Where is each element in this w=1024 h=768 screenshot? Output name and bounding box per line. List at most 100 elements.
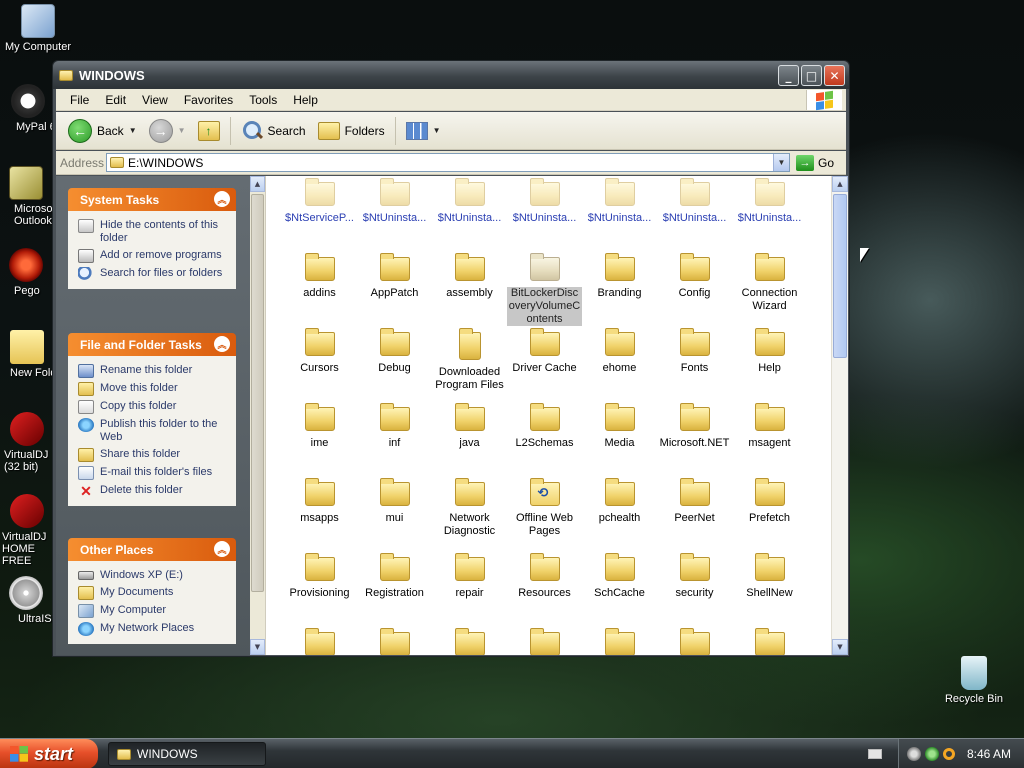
file-item-ntuninstall-2[interactable]: $NtUninsta... <box>432 178 507 225</box>
file-item-java[interactable]: java <box>432 403 507 450</box>
file-item-repair[interactable]: repair <box>432 553 507 600</box>
views-button[interactable]: ▼ <box>400 116 447 146</box>
menu-file[interactable]: File <box>62 93 97 107</box>
file-item-ntuninstall-6[interactable]: $NtUninsta... <box>732 178 807 225</box>
desktop-icon-ultraiso[interactable]: UltraISO <box>0 576 52 625</box>
file-item-partial[interactable] <box>582 628 657 655</box>
scrollbar-thumb[interactable] <box>251 194 264 592</box>
file-item-partial[interactable] <box>432 628 507 655</box>
start-button[interactable]: start <box>0 739 98 768</box>
task-pane-scrollbar[interactable]: ▲ ▼ <box>250 176 266 655</box>
file-item-msagent[interactable]: msagent <box>732 403 807 450</box>
file-item-bitlocker[interactable]: BitLockerDiscoveryVolumeContents <box>507 253 582 326</box>
file-item-ntuninstall-1[interactable]: $NtUninsta... <box>357 178 432 225</box>
maximize-button[interactable]: □ <box>801 65 822 86</box>
close-button[interactable]: ✕ <box>824 65 845 86</box>
file-item-ntuninstall-5[interactable]: $NtUninsta... <box>657 178 732 225</box>
up-folder-button[interactable]: ↑ <box>192 116 226 146</box>
scroll-down-arrow-icon[interactable]: ▼ <box>832 639 848 655</box>
file-item-connection-wizard[interactable]: Connection Wizard <box>732 253 807 313</box>
task-email-files[interactable]: E-mail this folder's files <box>78 464 230 482</box>
network-icon[interactable] <box>925 747 939 761</box>
desktop-icon-my-computer[interactable]: My Computer <box>0 4 76 53</box>
file-item-partial[interactable] <box>357 628 432 655</box>
task-add-remove-programs[interactable]: Add or remove programs <box>78 247 230 265</box>
desktop-icon-virtualdj-32[interactable]: VirtualDJ (32 bit) <box>0 412 54 473</box>
file-item-config[interactable]: Config <box>657 253 732 300</box>
taskbar-button-windows[interactable]: WINDOWS <box>108 742 266 766</box>
file-item-partial[interactable] <box>282 628 357 655</box>
file-item-branding[interactable]: Branding <box>582 253 657 300</box>
address-dropdown-button[interactable]: ▼ <box>773 154 789 171</box>
file-item-prefetch[interactable]: Prefetch <box>732 478 807 525</box>
chevron-down-icon[interactable]: ▼ <box>433 126 441 135</box>
collapse-chevron-icon[interactable]: ︽ <box>214 541 230 557</box>
file-item-partial[interactable] <box>657 628 732 655</box>
chevron-down-icon[interactable]: ▼ <box>178 126 186 135</box>
file-item-pchealth[interactable]: pchealth <box>582 478 657 525</box>
place-windows-xp-drive[interactable]: Windows XP (E:) <box>78 567 230 584</box>
other-places-header[interactable]: Other Places ︽ <box>68 538 236 561</box>
file-item-mui[interactable]: mui <box>357 478 432 525</box>
file-item-ntuninstall-3[interactable]: $NtUninsta... <box>507 178 582 225</box>
file-item-apppatch[interactable]: AppPatch <box>357 253 432 300</box>
file-item-provisioning[interactable]: Provisioning <box>282 553 357 600</box>
desktop-icon-mypal[interactable]: MyPal 6 <box>0 84 58 133</box>
file-item-offline-web-pages[interactable]: Offline Web Pages <box>507 478 582 538</box>
title-bar[interactable]: WINDOWS _ □ ✕ <box>53 61 849 89</box>
file-item-peernet[interactable]: PeerNet <box>657 478 732 525</box>
back-button[interactable]: ← Back ▼ <box>62 116 143 146</box>
desktop-icon-virtualdj-home[interactable]: VirtualDJ HOME FREE <box>0 494 54 567</box>
scrollbar-thumb[interactable] <box>833 194 847 358</box>
file-list-scrollbar[interactable]: ▲ ▼ <box>831 176 848 655</box>
menu-tools[interactable]: Tools <box>241 93 285 107</box>
desktop-icon-recycle-bin[interactable]: Recycle Bin <box>936 656 1012 705</box>
menu-view[interactable]: View <box>134 93 176 107</box>
scroll-down-arrow-icon[interactable]: ▼ <box>250 639 265 655</box>
file-item-downloaded-program-files[interactable]: Downloaded Program Files <box>432 328 507 392</box>
task-copy-folder[interactable]: Copy this folder <box>78 398 230 416</box>
file-item-media[interactable]: Media <box>582 403 657 450</box>
file-item-inf[interactable]: inf <box>357 403 432 450</box>
file-item-l2schemas[interactable]: L2Schemas <box>507 403 582 450</box>
file-item-msapps[interactable]: msapps <box>282 478 357 525</box>
file-item-security[interactable]: security <box>657 553 732 600</box>
minimize-button[interactable]: _ <box>778 65 799 86</box>
place-my-network-places[interactable]: My Network Places <box>78 620 230 638</box>
chevron-down-icon[interactable]: ▼ <box>129 126 137 135</box>
desktop-icon-new-folder[interactable]: New Folder <box>0 330 54 379</box>
collapse-chevron-icon[interactable]: ︽ <box>214 336 230 352</box>
file-item-resources[interactable]: Resources <box>507 553 582 600</box>
file-folder-tasks-header[interactable]: File and Folder Tasks ︽ <box>68 333 236 356</box>
speaker-icon[interactable] <box>907 747 921 761</box>
menu-help[interactable]: Help <box>285 93 326 107</box>
search-tray-icon[interactable] <box>943 748 955 760</box>
file-item-schcache[interactable]: SchCache <box>582 553 657 600</box>
address-input[interactable]: E:\WINDOWS ▼ <box>106 153 790 172</box>
file-item-network-diagnostic[interactable]: Network Diagnostic <box>432 478 507 538</box>
desktop-icon-outlook[interactable]: Microsoft Outlook <box>0 166 54 227</box>
place-my-documents[interactable]: My Documents <box>78 584 230 602</box>
file-item-addins[interactable]: addins <box>282 253 357 300</box>
clock[interactable]: 8:46 AM <box>967 747 1011 761</box>
file-item-ehome[interactable]: ehome <box>582 328 657 375</box>
task-move-folder[interactable]: Move this folder <box>78 380 230 398</box>
folders-button[interactable]: Folders <box>312 116 391 146</box>
file-item-help[interactable]: Help <box>732 328 807 375</box>
file-item-shellnew[interactable]: ShellNew <box>732 553 807 600</box>
forward-button[interactable]: → ▼ <box>143 116 192 146</box>
file-item-assembly[interactable]: assembly <box>432 253 507 300</box>
file-item-cursors[interactable]: Cursors <box>282 328 357 375</box>
menu-favorites[interactable]: Favorites <box>176 93 241 107</box>
file-item-fonts[interactable]: Fonts <box>657 328 732 375</box>
file-item-ntuninstall-4[interactable]: $NtUninsta... <box>582 178 657 225</box>
file-item-driver-cache[interactable]: Driver Cache <box>507 328 582 375</box>
go-button[interactable]: → Go <box>796 154 834 171</box>
place-my-computer[interactable]: My Computer <box>78 602 230 620</box>
task-publish-folder[interactable]: Publish this folder to the Web <box>78 416 230 446</box>
keyboard-icon[interactable] <box>868 749 882 759</box>
file-item-registration[interactable]: Registration <box>357 553 432 600</box>
file-item-partial[interactable] <box>507 628 582 655</box>
task-hide-contents[interactable]: Hide the contents of this folder <box>78 217 230 247</box>
file-item-ntservicepack[interactable]: $NtServiceP... <box>282 178 357 225</box>
